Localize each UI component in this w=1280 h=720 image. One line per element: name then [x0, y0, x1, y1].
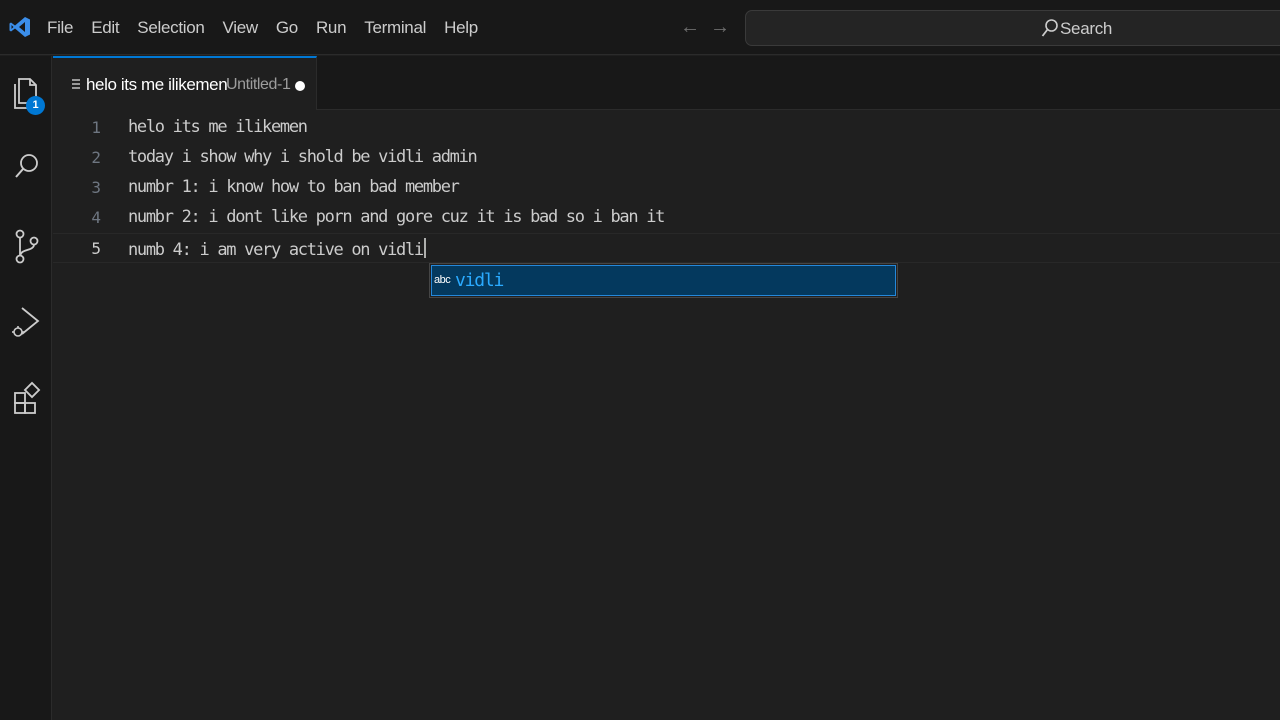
search-label: Search: [1060, 19, 1113, 38]
editor-tab-bar: helo its me ilikemen Untitled-1: [53, 56, 1280, 110]
navigation-arrows: ← →: [680, 16, 730, 38]
suggestion-item-selected[interactable]: abc vidli: [431, 265, 896, 296]
tab-untitled-1[interactable]: helo its me ilikemen Untitled-1: [53, 56, 317, 110]
search-icon: [1041, 19, 1058, 37]
line-text: helo its me ilikemen: [128, 117, 308, 137]
menu-selection[interactable]: Selection: [128, 12, 213, 44]
vscode-logo-icon: [9, 17, 30, 37]
tab-description: Untitled-1: [226, 76, 291, 93]
menu-run[interactable]: Run: [307, 12, 355, 44]
tab-title: helo its me ilikemen: [86, 75, 228, 94]
line-text-current: numb 4: i am very active on vidli: [128, 238, 426, 260]
plain-text-file-icon: [72, 79, 80, 89]
run-debug-icon[interactable]: [8, 302, 44, 342]
menu-edit[interactable]: Edit: [82, 12, 128, 44]
line-text: numb 4: i am very active on vidli: [128, 240, 424, 260]
editor-line[interactable]: 2 today i show why i shold be vidli admi…: [53, 143, 1280, 173]
suggestion-widget: abc vidli: [429, 263, 898, 298]
arrow-left-icon[interactable]: ←: [680, 16, 700, 38]
source-control-icon[interactable]: [8, 226, 44, 266]
command-center-search[interactable]: Search: [745, 10, 1280, 46]
editor-line[interactable]: 3 numbr 1: i know how to ban bad member: [53, 173, 1280, 203]
editor-line[interactable]: 4 numbr 2: i dont like porn and gore cuz…: [53, 203, 1280, 233]
line-text: numbr 2: i dont like porn and gore cuz i…: [128, 207, 665, 227]
search-icon[interactable]: [8, 148, 44, 188]
menu-go[interactable]: Go: [267, 12, 307, 44]
text-cursor: [423, 238, 426, 258]
line-number: 5: [91, 239, 101, 258]
code-editor[interactable]: 1 helo its me ilikemen 2 today i show wh…: [53, 111, 1280, 720]
line-number: 2: [91, 148, 101, 167]
explorer-icon[interactable]: 1: [8, 74, 45, 115]
menu-bar: File Edit Selection View Go Run Terminal…: [38, 0, 487, 55]
menu-view[interactable]: View: [214, 12, 267, 44]
activity-bar: 1: [0, 56, 52, 720]
menu-file[interactable]: File: [38, 12, 82, 44]
arrow-right-icon[interactable]: →: [710, 16, 730, 38]
line-number: 4: [91, 208, 101, 227]
text-word-kind-icon: abc: [434, 274, 451, 286]
line-number: 3: [91, 178, 101, 197]
suggestion-label: vidli: [455, 270, 504, 291]
explorer-badge: 1: [26, 96, 45, 115]
title-bar: File Edit Selection View Go Run Terminal…: [0, 0, 1280, 55]
unsaved-dot-icon[interactable]: [295, 81, 305, 91]
menu-terminal[interactable]: Terminal: [355, 12, 435, 44]
editor-line-current[interactable]: 5 numb 4: i am very active on vidli: [53, 233, 1280, 263]
menu-help[interactable]: Help: [435, 12, 487, 44]
line-text: numbr 1: i know how to ban bad member: [128, 177, 460, 197]
extensions-icon[interactable]: [8, 380, 44, 420]
line-number: 1: [91, 118, 101, 137]
editor-line[interactable]: 1 helo its me ilikemen: [53, 113, 1280, 143]
line-text: today i show why i shold be vidli admin: [128, 147, 478, 167]
